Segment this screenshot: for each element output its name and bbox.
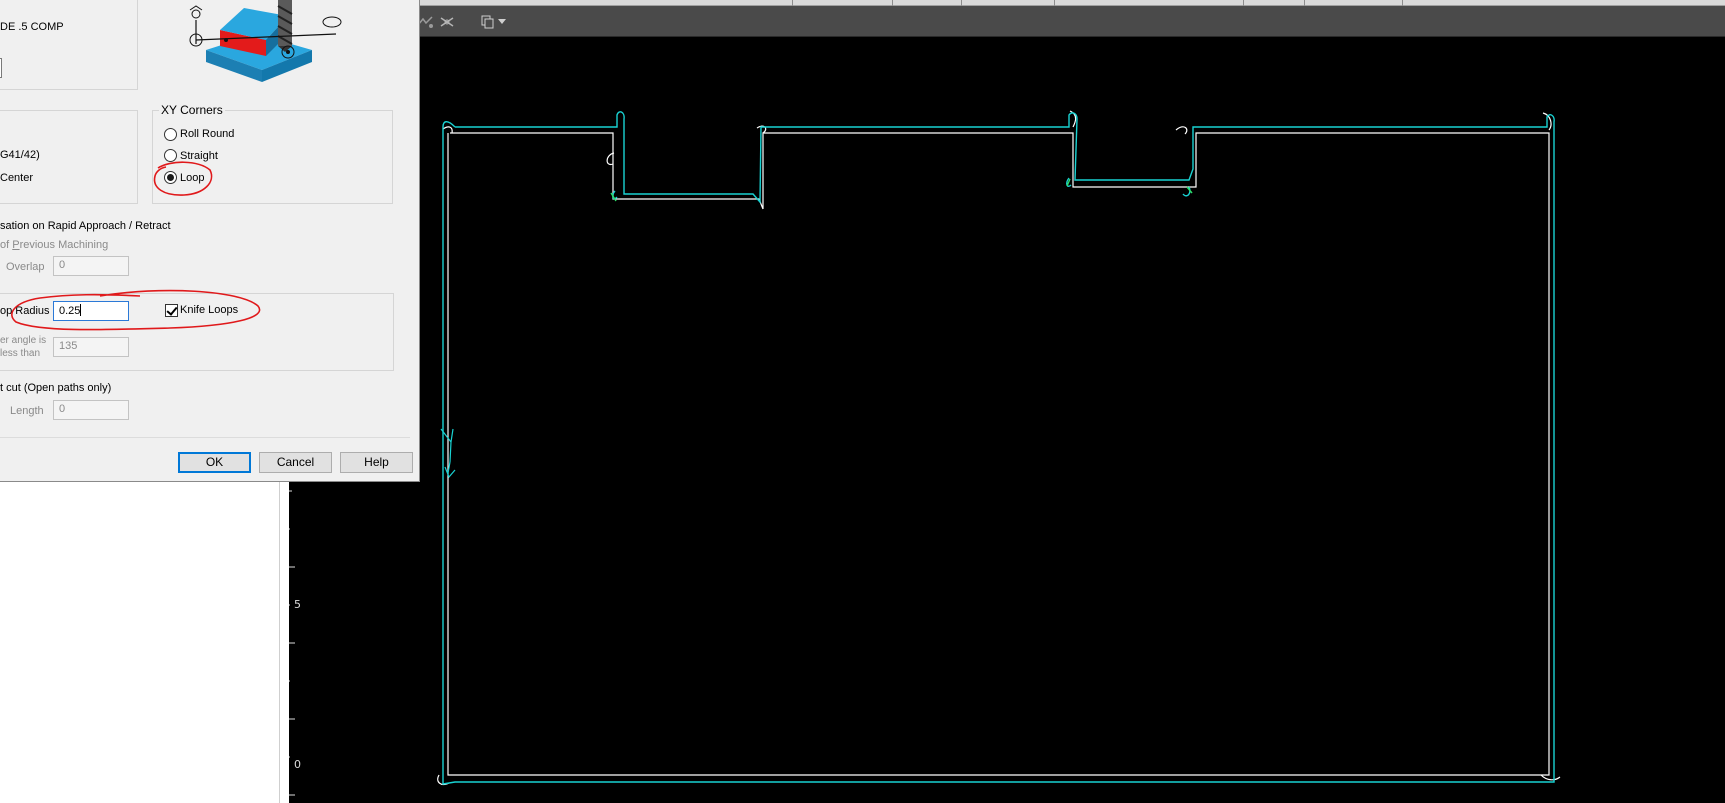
toolpath-cyan (442, 111, 1555, 785)
toolbar-dropdown-icon[interactable] (498, 19, 506, 25)
lead-cut-label: t cut (Open paths only) (0, 382, 112, 394)
ok-button[interactable]: OK (178, 452, 251, 473)
roll-round-label[interactable]: Roll Round (180, 128, 234, 140)
side-panel-edge (279, 478, 289, 803)
loop-radius-input[interactable]: 0.25 (53, 301, 129, 321)
overlap-input[interactable]: 0 (53, 256, 129, 276)
button-separator (0, 437, 410, 438)
toolpath-green (610, 178, 1193, 202)
overlap-label: Overlap (6, 261, 45, 273)
straight-radio[interactable] (164, 149, 177, 162)
knife-loops-label[interactable]: Knife Loops (180, 304, 238, 316)
tool-field-edge[interactable] (0, 58, 2, 78)
part-geometry (437, 110, 1561, 786)
loop-label[interactable]: Loop (180, 172, 204, 184)
length-input[interactable]: 0 (53, 400, 129, 420)
corner-angle-label-2: less than (0, 348, 41, 359)
comp-center-label: Center (0, 172, 34, 184)
tool-group (0, 0, 138, 90)
loop-radius-label: op Radius (0, 305, 50, 317)
knife-loops-checkbox[interactable] (165, 304, 178, 317)
previous-machining-label: of Previous Machining (0, 239, 109, 251)
cad-toolbar (380, 6, 1725, 37)
toolpath-parameters-dialog: DE .5 COMP G41/42) Center XY Corners Rol… (0, 0, 420, 482)
corner-angle-input[interactable]: 135 (53, 337, 129, 357)
part-preview-icon (189, 0, 342, 82)
xy-corners-title: XY Corners (159, 103, 225, 117)
straight-label[interactable]: Straight (180, 150, 218, 162)
loop-radio[interactable] (164, 171, 177, 184)
toolbar-layers-icon[interactable] (438, 15, 456, 29)
comp-g41-label: G41/42) (0, 149, 40, 161)
rapid-comp-label: sation on Rapid Approach / Retract (0, 220, 171, 232)
help-button[interactable]: Help (340, 452, 413, 473)
roll-round-radio[interactable] (164, 128, 177, 141)
cancel-button[interactable]: Cancel (259, 452, 332, 473)
toolbar-copy-icon[interactable] (481, 15, 495, 29)
tool-name-label: DE .5 COMP (0, 21, 64, 33)
length-label: Length (10, 405, 44, 417)
corner-angle-label-1: er angle is (0, 335, 47, 346)
cad-viewport[interactable]: 5 0 (279, 37, 1725, 803)
toolpath-drawing (437, 110, 1561, 786)
